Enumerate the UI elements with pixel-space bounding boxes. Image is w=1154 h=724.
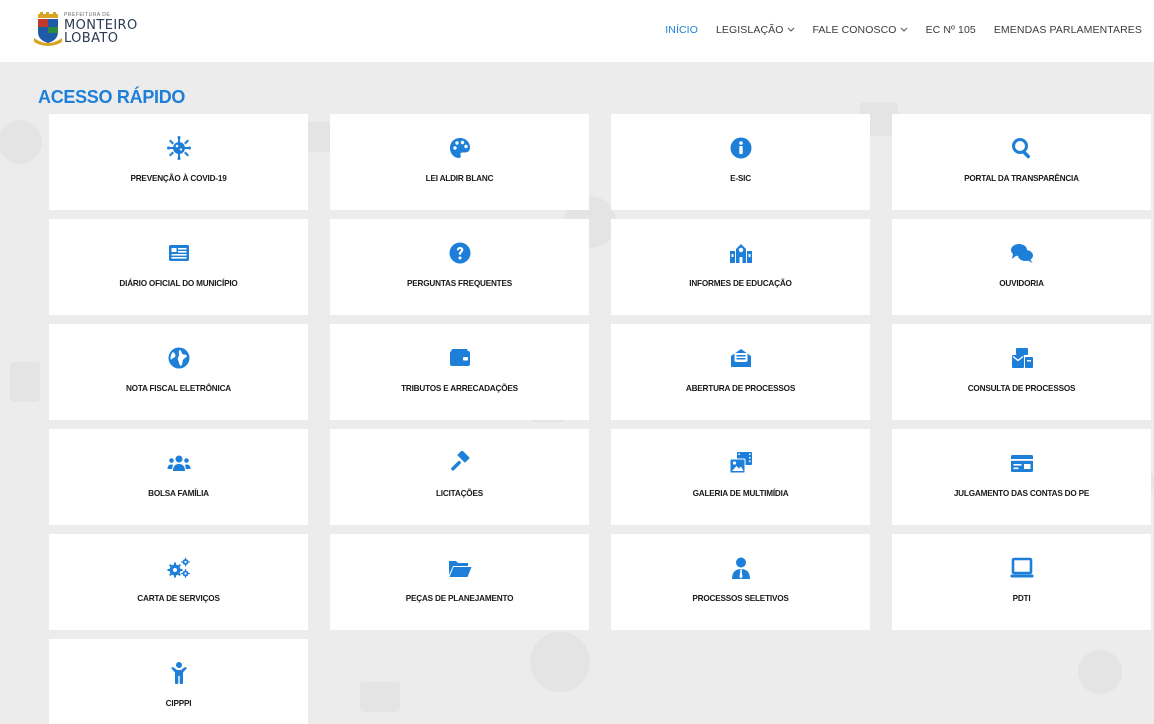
nav-label: EC Nº 105 [925, 24, 976, 36]
card-label: PROCESSOS SELETIVOS [692, 594, 789, 603]
comments-icon [1010, 241, 1034, 265]
question-icon [448, 241, 472, 265]
card-label: OUVIDORIA [999, 279, 1044, 288]
card-label: DIÁRIO OFICIAL DO MUNICÍPIO [119, 279, 238, 288]
globe-icon [167, 346, 191, 370]
logo[interactable]: PREFEITURA DE MONTEIRO LOBATO [34, 12, 138, 46]
card-ouvidoria[interactable]: OUVIDORIA [892, 219, 1151, 315]
section-title: ACESSO RÁPIDO [38, 87, 186, 107]
money-check-icon [1010, 451, 1034, 475]
child-icon [167, 661, 191, 685]
users-icon [167, 451, 191, 475]
envelope-open-icon [729, 346, 753, 370]
card-abertura-processos[interactable]: ABERTURA DE PROCESSOS [611, 324, 870, 420]
card-covid[interactable]: PREVENÇÃO À COVID-19 [49, 114, 308, 210]
logo-line-2: LOBATO [64, 31, 119, 46]
card-bolsa-familia[interactable]: BOLSA FAMÍLIA [49, 429, 308, 525]
chevron-down-icon [900, 26, 908, 35]
card-label: ABERTURA DE PROCESSOS [685, 384, 796, 393]
card-label: PERGUNTAS FREQUENTES [406, 279, 513, 288]
card-cipppi[interactable]: CIPPPI [49, 639, 308, 724]
card-label: LICITAÇÕES [436, 489, 483, 498]
nav-item-inicio[interactable]: INÍCIO [665, 24, 698, 36]
card-label: PORTAL DA TRANSPARÊNCIA [964, 174, 1079, 183]
info-icon [729, 136, 753, 160]
card-label: CONSULTA DE PROCESSOS [967, 384, 1076, 393]
school-icon [729, 241, 753, 265]
nav-item-emendas[interactable]: EMENDAS PARLAMENTARES [994, 24, 1142, 36]
card-label: CARTA DE SERVIÇOS [137, 594, 220, 603]
newspaper-icon [167, 241, 191, 265]
folder-open-icon [448, 556, 472, 580]
card-licitacoes[interactable]: LICITAÇÕES [330, 429, 589, 525]
virus-icon [166, 136, 191, 160]
card-informes-educacao[interactable]: INFORMES DE EDUCAÇÃO [611, 219, 870, 315]
card-label: CIPPPI [165, 699, 192, 708]
quick-access-section: ACESSO RÁPIDO PREVENÇÃO À COVID-19 LEI A… [0, 62, 1154, 724]
chevron-down-icon [787, 26, 795, 35]
site-header: PREFEITURA DE MONTEIRO LOBATO INÍCIO LEG… [0, 0, 1154, 62]
card-lei-aldir-blanc[interactable]: LEI ALDIR BLANC [330, 114, 589, 210]
card-diario-oficial[interactable]: DIÁRIO OFICIAL DO MUNICÍPIO [49, 219, 308, 315]
nav-label: LEGISLAÇÃO [715, 24, 784, 36]
card-nota-fiscal[interactable]: NOTA FISCAL ELETRÔNICA [49, 324, 308, 420]
card-perguntas-frequentes[interactable]: PERGUNTAS FREQUENTES [330, 219, 589, 315]
mail-bulk-icon [1010, 346, 1034, 370]
nav-label: EMENDAS PARLAMENTARES [993, 24, 1142, 36]
nav-item-legislacao[interactable]: LEGISLAÇÃO [716, 24, 795, 36]
card-processos-seletivos[interactable]: PROCESSOS SELETIVOS [611, 534, 870, 630]
card-label: GALERIA DE MULTIMÍDIA [692, 489, 789, 498]
nav-label: INÍCIO [665, 24, 698, 36]
card-label: BOLSA FAMÍLIA [148, 489, 209, 498]
palette-icon [448, 136, 472, 160]
user-tie-icon [729, 556, 753, 580]
card-portal-transparencia[interactable]: PORTAL DA TRANSPARÊNCIA [892, 114, 1151, 210]
nav-item-fale-conosco[interactable]: FALE CONOSCO [813, 24, 908, 36]
nav-label: FALE CONOSCO [812, 24, 897, 36]
card-pecas-planejamento[interactable]: PEÇAS DE PLANEJAMENTO [330, 534, 589, 630]
card-label: TRIBUTOS E ARRECADAÇÕES [401, 384, 518, 393]
laptop-icon [1010, 556, 1034, 580]
card-label: NOTA FISCAL ELETRÔNICA [125, 384, 232, 393]
photo-video-icon [729, 451, 753, 475]
card-label: PDTI [1012, 594, 1031, 603]
card-carta-servicos[interactable]: CARTA DE SERVIÇOS [49, 534, 308, 630]
card-label: PEÇAS DE PLANEJAMENTO [405, 594, 514, 603]
card-label: JULGAMENTO DAS CONTAS DO PE [953, 489, 1090, 498]
card-galeria-multimidia[interactable]: GALERIA DE MULTIMÍDIA [611, 429, 870, 525]
main-nav: INÍCIO LEGISLAÇÃO FALE CONOSCO EC Nº 105… [647, 24, 1142, 36]
card-pdti[interactable]: PDTI [892, 534, 1151, 630]
card-julgamento-contas[interactable]: JULGAMENTO DAS CONTAS DO PE [892, 429, 1151, 525]
nav-item-ec-105[interactable]: EC Nº 105 [926, 24, 976, 36]
card-label: INFORMES DE EDUCAÇÃO [689, 279, 792, 288]
coat-of-arms-icon [34, 12, 62, 46]
search-icon [1010, 136, 1034, 160]
card-consulta-processos[interactable]: CONSULTA DE PROCESSOS [892, 324, 1151, 420]
card-label: E-SIC [730, 174, 751, 183]
card-tributos[interactable]: TRIBUTOS E ARRECADAÇÕES [330, 324, 589, 420]
wallet-icon [448, 346, 472, 370]
cogs-icon [167, 556, 191, 580]
quick-access-grid: PREVENÇÃO À COVID-19 LEI ALDIR BLANC E-S… [49, 114, 1151, 724]
card-e-sic[interactable]: E-SIC [611, 114, 870, 210]
card-label: LEI ALDIR BLANC [425, 174, 494, 183]
gavel-icon [448, 451, 472, 475]
card-label: PREVENÇÃO À COVID-19 [130, 174, 227, 183]
